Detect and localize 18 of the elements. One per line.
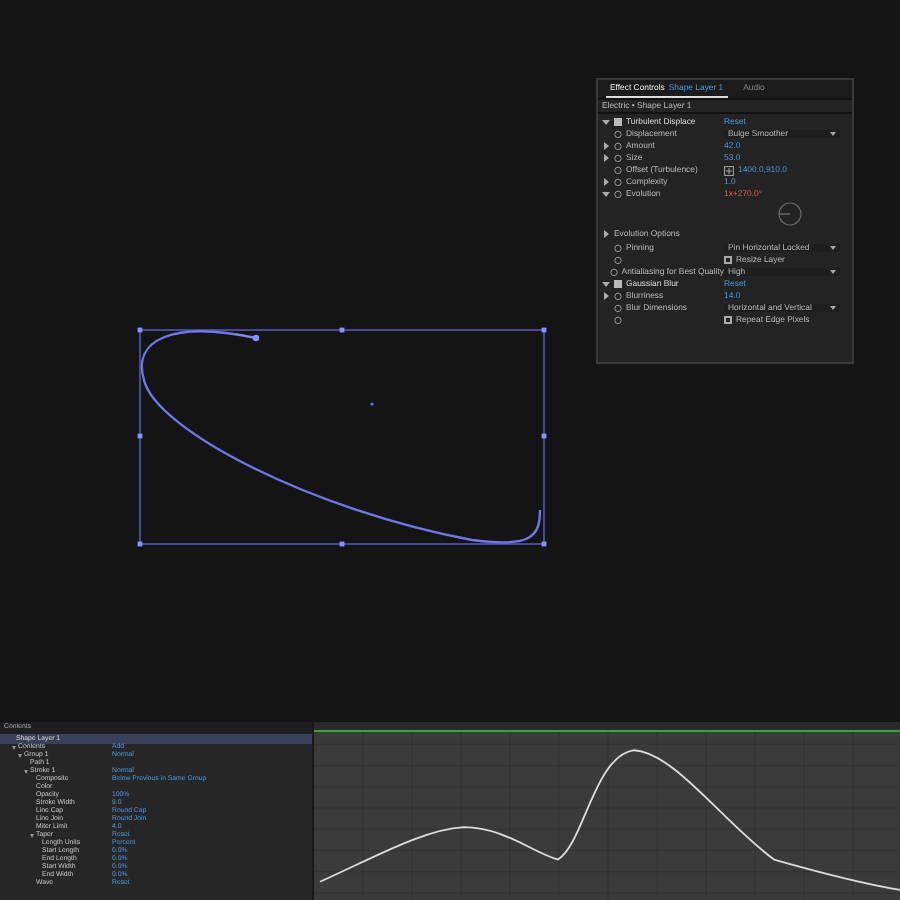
angle-dial[interactable] bbox=[778, 202, 802, 226]
checkbox[interactable] bbox=[724, 315, 732, 324]
caret-icon bbox=[830, 131, 836, 136]
twirl-icon[interactable] bbox=[602, 189, 610, 198]
twirl-icon[interactable] bbox=[602, 117, 610, 126]
crosshair-icon[interactable] bbox=[724, 165, 734, 175]
fx-icon[interactable] bbox=[614, 279, 622, 288]
twirl-icon[interactable] bbox=[602, 291, 610, 300]
twirl-icon[interactable] bbox=[602, 229, 610, 238]
checkbox[interactable] bbox=[724, 255, 732, 264]
twirl-icon[interactable] bbox=[602, 153, 610, 162]
twirl-icon[interactable] bbox=[602, 141, 610, 150]
caret-icon bbox=[830, 305, 836, 310]
caret-icon bbox=[830, 245, 836, 250]
caret-icon bbox=[830, 269, 836, 274]
fx-icon[interactable] bbox=[614, 117, 622, 126]
twirl-icon[interactable] bbox=[602, 279, 610, 288]
twirl-icon[interactable] bbox=[602, 177, 610, 186]
